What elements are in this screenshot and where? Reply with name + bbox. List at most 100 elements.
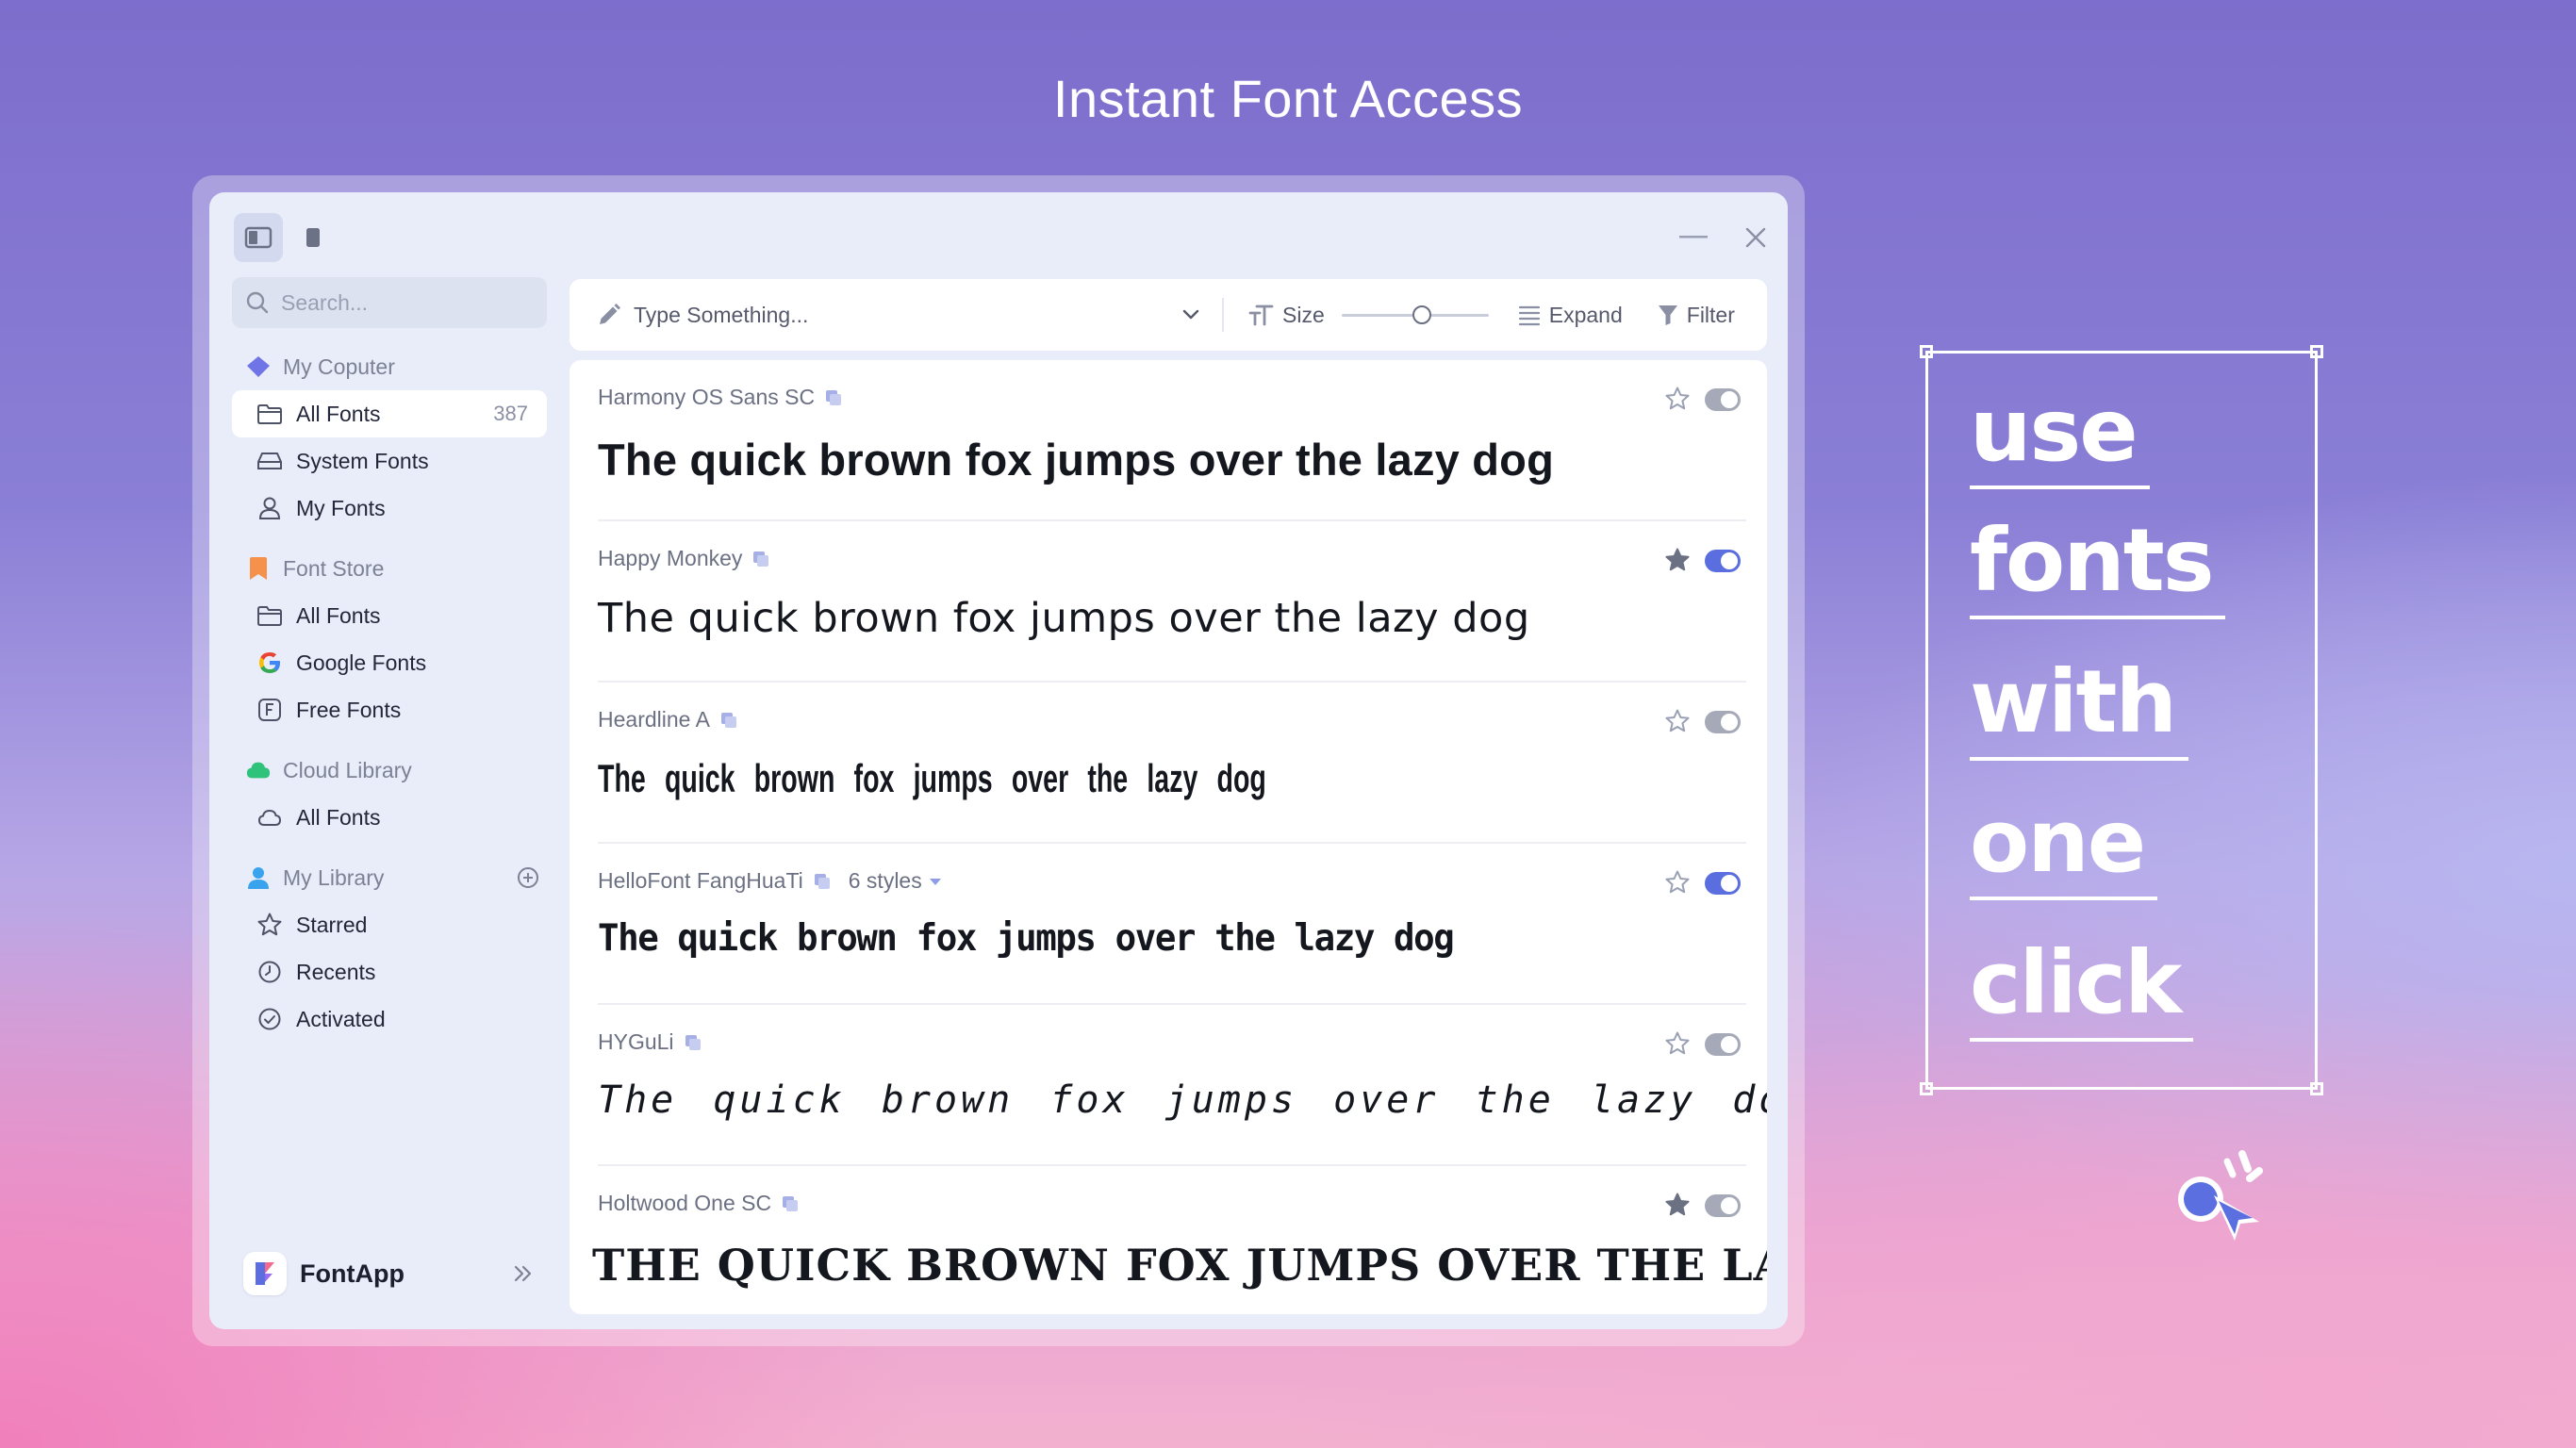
slider-knob[interactable] xyxy=(1412,305,1431,324)
sidebar-item-system-fonts[interactable]: System Fonts xyxy=(232,437,547,485)
star-filled-icon[interactable] xyxy=(1663,546,1692,574)
star-icon[interactable] xyxy=(1663,385,1692,413)
size-label: Size xyxy=(1282,302,1325,327)
activate-toggle[interactable] xyxy=(1705,550,1741,572)
view-toggle xyxy=(234,213,339,262)
copy-icon[interactable] xyxy=(813,872,832,891)
copy-icon[interactable] xyxy=(719,711,738,730)
sidebar-item-label: All Fonts xyxy=(296,401,381,426)
styles-dropdown[interactable]: 6 styles xyxy=(849,868,943,894)
sample-text-input[interactable] xyxy=(634,302,1162,328)
sidebar-item-label: Google Fonts xyxy=(296,650,427,675)
close-button[interactable] xyxy=(1737,219,1775,256)
filter-label: Filter xyxy=(1686,302,1735,327)
app-window: My Coputer All Fonts 387 System Fonts My… xyxy=(209,192,1788,1329)
cloud-icon xyxy=(245,757,272,783)
copy-icon[interactable] xyxy=(781,1194,800,1213)
filter-button[interactable]: Filter xyxy=(1657,303,1735,328)
font-name: Happy Monkey xyxy=(598,546,743,570)
sidebar-item-label: Starred xyxy=(296,912,368,937)
sidebar-item-store-all-fonts[interactable]: All Fonts xyxy=(232,592,547,639)
font-row-heardline-a[interactable]: Heardline A The quick brown fox jumps ov… xyxy=(598,683,1746,844)
sidebar-item-free-fonts[interactable]: Free Fonts xyxy=(232,686,547,733)
font-row-harmony-os-sans-sc[interactable]: Harmony OS Sans SC The quick brown fox j… xyxy=(598,360,1746,521)
brand: FontApp xyxy=(243,1252,405,1295)
font-name: Harmony OS Sans SC xyxy=(598,385,816,409)
section-my-computer[interactable]: My Coputer xyxy=(232,343,547,390)
section-cloud-library[interactable]: Cloud Library xyxy=(232,747,547,794)
copy-icon[interactable] xyxy=(684,1033,702,1052)
close-icon xyxy=(1745,227,1766,248)
styles-count: 6 styles xyxy=(848,868,922,893)
font-sample: The quick brown fox jumps over the lazy … xyxy=(598,435,1555,485)
section-label: Cloud Library xyxy=(283,757,412,782)
chevron-down-icon xyxy=(1182,309,1199,320)
star-filled-icon[interactable] xyxy=(1663,1191,1692,1219)
activate-toggle[interactable] xyxy=(1705,1033,1741,1056)
search-input[interactable] xyxy=(281,289,526,316)
decoration-word: with xyxy=(1970,659,2189,761)
activate-toggle[interactable] xyxy=(1705,1194,1741,1217)
resize-handle xyxy=(1920,345,1933,358)
font-row-happy-monkey[interactable]: Happy Monkey The quick brown fox jumps o… xyxy=(598,521,1746,683)
font-list: Harmony OS Sans SC The quick brown fox j… xyxy=(570,360,1767,1314)
sidebar-item-label: All Fonts xyxy=(296,602,381,628)
sidebar-item-label: Free Fonts xyxy=(296,697,402,722)
star-icon[interactable] xyxy=(1663,868,1692,897)
list-icon xyxy=(1517,304,1542,326)
cloud-outline-icon xyxy=(256,804,283,831)
sample-text-field[interactable] xyxy=(570,279,1211,351)
decoration-word: use xyxy=(1970,387,2150,489)
minimize-button[interactable] xyxy=(1675,219,1712,256)
sidebar-item-google-fonts[interactable]: Google Fonts xyxy=(232,639,547,686)
star-icon[interactable] xyxy=(1663,707,1692,735)
search-box[interactable] xyxy=(232,277,547,328)
size-slider[interactable] xyxy=(1341,305,1489,324)
toolbar: Size Expand Filter xyxy=(570,279,1767,351)
sidebar-item-activated[interactable]: Activated xyxy=(232,996,547,1043)
font-row-header: Happy Monkey xyxy=(598,546,770,571)
font-name: Heardline A xyxy=(598,707,710,732)
section-font-store[interactable]: Font Store xyxy=(232,545,547,592)
sidebar-item-label: Recents xyxy=(296,959,376,984)
toolbar-divider xyxy=(1222,298,1224,332)
brand-name: FontApp xyxy=(300,1259,405,1288)
sidebar-item-cloud-all-fonts[interactable]: All Fonts xyxy=(232,794,547,841)
font-sample: The quick brown fox jumps over the lazy … xyxy=(598,595,1530,642)
expand-button[interactable]: Expand xyxy=(1517,303,1623,328)
font-row-hyguli[interactable]: HYGuLi The quick brown fox jumps over th… xyxy=(598,1005,1767,1166)
font-name: HelloFont FangHuaTi xyxy=(598,868,803,893)
sidebar: My Coputer All Fonts 387 System Fonts My… xyxy=(232,343,547,1043)
sidebar-view-button[interactable] xyxy=(234,213,283,262)
sidebar-item-all-fonts[interactable]: All Fonts 387 xyxy=(232,390,547,437)
activate-toggle[interactable] xyxy=(1705,388,1741,411)
compact-view-button[interactable] xyxy=(289,213,338,262)
check-circle-icon xyxy=(256,1006,283,1032)
activate-toggle[interactable] xyxy=(1705,711,1741,733)
font-row-holtwood-one-sc[interactable]: Holtwood One SC The quick brown fox jump… xyxy=(592,1166,1767,1314)
pencil-icon xyxy=(600,304,620,324)
person-icon xyxy=(245,864,272,891)
section-my-library[interactable]: My Library xyxy=(232,854,547,901)
sidebar-item-my-fonts[interactable]: My Fonts xyxy=(232,485,547,532)
minimize-icon xyxy=(1679,236,1708,239)
font-row-hellofont-fanghuati[interactable]: HelloFont FangHuaTi 6 styles The quick b… xyxy=(598,844,1746,1005)
add-library-button[interactable] xyxy=(515,864,541,891)
free-icon xyxy=(256,697,283,723)
font-sample: The quick brown fox jumps over the lazy … xyxy=(598,1078,1767,1122)
sidebar-item-label: All Fonts xyxy=(296,804,381,830)
copy-icon[interactable] xyxy=(824,388,843,407)
font-row-header: HelloFont FangHuaTi 6 styles xyxy=(598,868,943,894)
sidebar-item-recents[interactable]: Recents xyxy=(232,948,547,996)
activate-toggle[interactable] xyxy=(1705,872,1741,895)
selection-box: use fonts with one click xyxy=(1920,345,2323,1095)
collapse-sidebar-button[interactable] xyxy=(509,1259,537,1288)
sidebar-item-starred[interactable]: Starred xyxy=(232,901,547,948)
sidebar-item-label: Activated xyxy=(296,1006,386,1031)
resize-handle xyxy=(2310,1082,2323,1095)
copy-icon[interactable] xyxy=(751,550,770,568)
star-icon[interactable] xyxy=(1663,1029,1692,1058)
decoration-word: fonts xyxy=(1970,518,2226,619)
folder-icon xyxy=(256,401,283,427)
google-icon xyxy=(256,650,283,676)
